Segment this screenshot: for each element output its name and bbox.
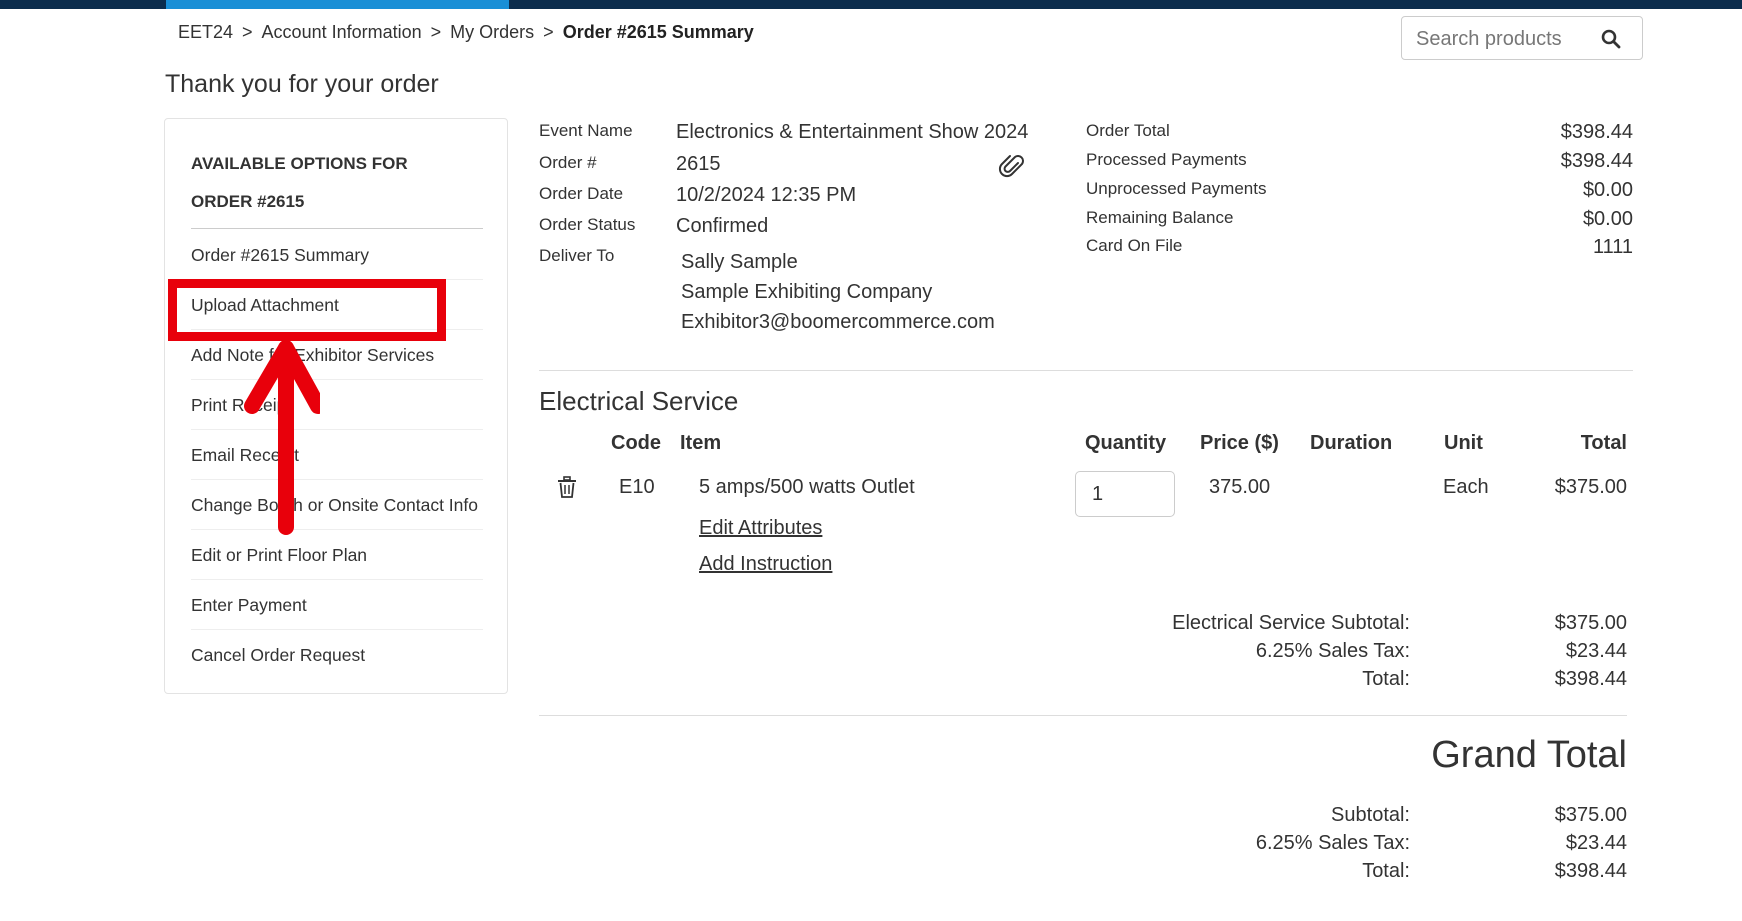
processed-payments-label: Processed Payments	[1086, 150, 1247, 169]
deliver-to-label: Deliver To	[539, 246, 615, 265]
search-icon[interactable]	[1601, 29, 1621, 49]
grand-subtotal-label: Subtotal:	[1331, 804, 1410, 826]
sidebar-item-change-contact[interactable]: Change Booth or Onsite Contact Info	[191, 480, 483, 530]
order-total-value: $398.44	[1560, 121, 1633, 143]
grand-total-divider	[539, 715, 1627, 716]
sidebar-divider	[191, 228, 483, 229]
sidebar-item-floor-plan[interactable]: Edit or Print Floor Plan	[191, 530, 483, 580]
order-total-label: Order Total	[1086, 121, 1170, 140]
sidebar-item-cancel-order[interactable]: Cancel Order Request	[191, 630, 483, 680]
event-name-value: Electronics & Entertainment Show 2024	[676, 121, 1029, 143]
edit-attributes-link[interactable]: Edit Attributes	[699, 517, 822, 540]
section-divider	[539, 370, 1633, 371]
section-tax-label: 6.25% Sales Tax:	[1255, 640, 1410, 662]
quantity-input[interactable]	[1075, 471, 1175, 517]
order-date-value: 10/2/2024 12:35 PM	[676, 184, 857, 206]
deliver-to-name: Sally Sample	[681, 251, 798, 273]
breadcrumb-separator: >	[242, 22, 253, 42]
column-price: Price ($)	[1200, 432, 1279, 454]
deliver-to-email: Exhibitor3@boomercommerce.com	[681, 311, 995, 333]
column-item: Item	[680, 432, 722, 454]
section-title: Electrical Service	[539, 386, 739, 416]
paperclip-icon[interactable]	[998, 151, 1028, 181]
grand-subtotal-value: $375.00	[1554, 804, 1627, 826]
sidebar-item-print-receipt[interactable]: Print Receipt	[191, 380, 483, 430]
sidebar-item-enter-payment[interactable]: Enter Payment	[191, 580, 483, 630]
unprocessed-payments-value: $0.00	[1582, 179, 1633, 201]
order-date-label: Order Date	[539, 184, 624, 203]
order-number-value: 2615	[676, 153, 721, 175]
section-subtotal-label: Electrical Service Subtotal:	[1172, 612, 1410, 634]
breadcrumb-account-information[interactable]: Account Information	[262, 22, 422, 42]
annotation-arrow-icon	[244, 340, 320, 535]
grand-total-value: $398.44	[1554, 860, 1627, 882]
section-total-label: Total:	[1362, 668, 1410, 690]
order-options-sidebar: AVAILABLE OPTIONS FOR ORDER #2615 Order …	[164, 118, 508, 694]
remaining-balance-label: Remaining Balance	[1086, 208, 1234, 227]
breadcrumb-my-orders[interactable]: My Orders	[450, 22, 534, 42]
sidebar-item-email-receipt[interactable]: Email Receipt	[191, 430, 483, 480]
grand-total-title: Grand Total	[1431, 734, 1627, 776]
search-input[interactable]	[1414, 25, 1598, 53]
unprocessed-payments-label: Unprocessed Payments	[1086, 179, 1267, 198]
remaining-balance-value: $0.00	[1582, 208, 1633, 230]
card-on-file-value: 1111	[1592, 236, 1633, 258]
column-code: Code	[611, 432, 661, 454]
card-on-file-label: Card On File	[1086, 236, 1183, 255]
event-name-label: Event Name	[539, 121, 633, 140]
breadcrumb-current: Order #2615 Summary	[562, 22, 754, 42]
section-subtotal-value: $375.00	[1554, 612, 1627, 634]
page-title: Thank you for your order	[165, 70, 439, 98]
grand-tax-value: $23.44	[1565, 832, 1627, 854]
deliver-to-company: Sample Exhibiting Company	[681, 281, 933, 303]
section-total-value: $398.44	[1554, 668, 1627, 690]
processed-payments-value: $398.44	[1560, 150, 1633, 172]
row-price: 375.00	[1209, 476, 1271, 498]
grand-total-label: Total:	[1362, 860, 1410, 882]
breadcrumb-separator: >	[543, 22, 554, 42]
order-status-value: Confirmed	[676, 215, 769, 237]
sidebar-item-order-summary[interactable]: Order #2615 Summary	[191, 230, 483, 280]
order-status-label: Order Status	[539, 215, 636, 234]
row-total: $375.00	[1554, 476, 1627, 498]
column-duration: Duration	[1310, 432, 1393, 454]
order-number-label: Order #	[539, 153, 597, 172]
top-bar-accent	[166, 0, 509, 9]
add-instruction-link[interactable]: Add Instruction	[699, 553, 832, 576]
column-quantity: Quantity	[1085, 432, 1167, 454]
row-code: E10	[619, 476, 655, 498]
row-item: 5 amps/500 watts Outlet	[699, 476, 915, 498]
grand-tax-label: 6.25% Sales Tax:	[1255, 832, 1410, 854]
section-tax-value: $23.44	[1565, 640, 1627, 662]
breadcrumb-eet24[interactable]: EET24	[178, 22, 233, 42]
breadcrumb: EET24 > Account Information > My Orders > Orde…	[178, 22, 754, 43]
column-total: Total	[1580, 432, 1627, 454]
trash-icon[interactable]	[557, 476, 577, 498]
breadcrumb-separator: >	[430, 22, 442, 42]
sidebar-heading: AVAILABLE OPTIONS FOR ORDER #2615	[191, 154, 408, 211]
